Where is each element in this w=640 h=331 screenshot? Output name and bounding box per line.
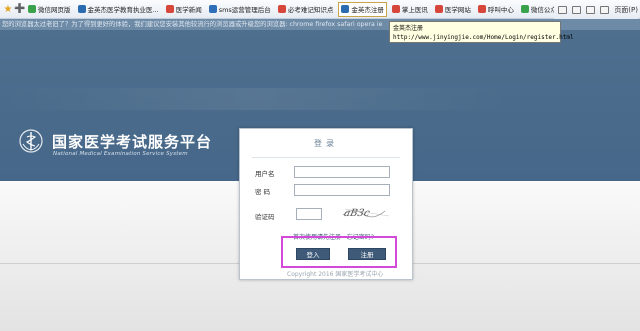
add-favorite-icon[interactable]: ➕ [14,4,25,14]
favorite-item[interactable]: 掌上医讯 [390,2,430,17]
captcha-text: aB3c [343,208,371,219]
site-favicon-icon [520,5,529,13]
favorite-label: 呼叫中心 [487,6,514,14]
username-input[interactable] [294,166,390,178]
site-favicon-icon [208,5,217,13]
favorite-item[interactable]: 金英杰注册 [338,1,387,17]
brand-title: 国家医学考试服务平台 [52,133,213,151]
favorite-item[interactable]: 微信网页版 [26,2,73,17]
favorite-item[interactable]: 医学新闻 [164,2,204,17]
favorite-label: 医学网站 [444,6,471,14]
username-label: 用户名 [255,170,275,178]
captcha-input[interactable] [296,208,322,220]
favorite-label: 医学新闻 [175,6,202,14]
mail-icon[interactable] [586,5,596,14]
favorite-label: 金英杰医学教育执业医... [87,6,159,14]
favorite-label: sms运营管理后台 [218,6,271,14]
favorites-list: 微信网页版 金英杰医学教育执业医... 医学新闻 sms运营管理后台 必考难记知识点 金英… [26,1,575,17]
home-icon[interactable] [558,5,568,14]
tooltip-title: 金英杰注册 [393,25,424,32]
site-favicon-icon [165,5,174,13]
login-title: 登录 [314,139,338,148]
print-icon[interactable] [600,5,610,14]
page-menu[interactable]: 页面(P) [614,5,638,15]
favorite-item[interactable]: 医学网站 [433,2,473,17]
captcha-image[interactable]: aB3c [341,205,393,219]
password-input[interactable] [294,184,390,196]
feeds-icon[interactable] [572,5,582,14]
favorite-item[interactable]: 呼叫中心 [476,2,516,17]
tooltip-url: http://www.jinyingjie.com/Home/Login/reg… [393,34,574,41]
site-favicon-icon [391,5,400,13]
favorite-item[interactable]: 金英杰医学教育执业医... [76,2,161,17]
site-favicon-icon [434,5,443,13]
brand-subtitle: National Medical Examination Service Sys… [53,151,188,157]
site-favicon-icon [341,5,350,13]
site-favicon-icon [77,5,86,13]
copyright-text: Copyright 2016 国家医学考试中心 [287,271,384,278]
favorite-label: 掌上医讯 [401,6,428,14]
favorites-star-icon[interactable]: ★ [2,4,14,15]
site-favicon-icon [277,5,286,13]
medical-emblem-icon [19,129,43,153]
site-favicon-icon [28,5,36,13]
highlight-box [281,236,397,268]
favorite-item[interactable]: 必考难记知识点 [276,2,336,17]
favorites-bar: ★ ➕ 微信网页版 金英杰医学教育执业医... 医学新闻 sms运营管理后台 必考难记知… [0,0,640,19]
link-tooltip: 金英杰注册 http://www.jinyingjie.com/Home/Log… [389,21,574,43]
favorite-label: 金英杰注册 [351,6,384,14]
password-label: 密 码 [255,188,271,196]
favorite-label: 微信网页版 [38,6,71,14]
site-favicon-icon [477,5,486,13]
favorite-label: 必考难记知识点 [287,6,334,14]
favorite-item[interactable]: sms运营管理后台 [207,2,273,17]
browser-tools: 页面(P) [554,0,638,19]
title-divider [252,157,400,158]
captcha-label: 验证码 [255,213,275,221]
